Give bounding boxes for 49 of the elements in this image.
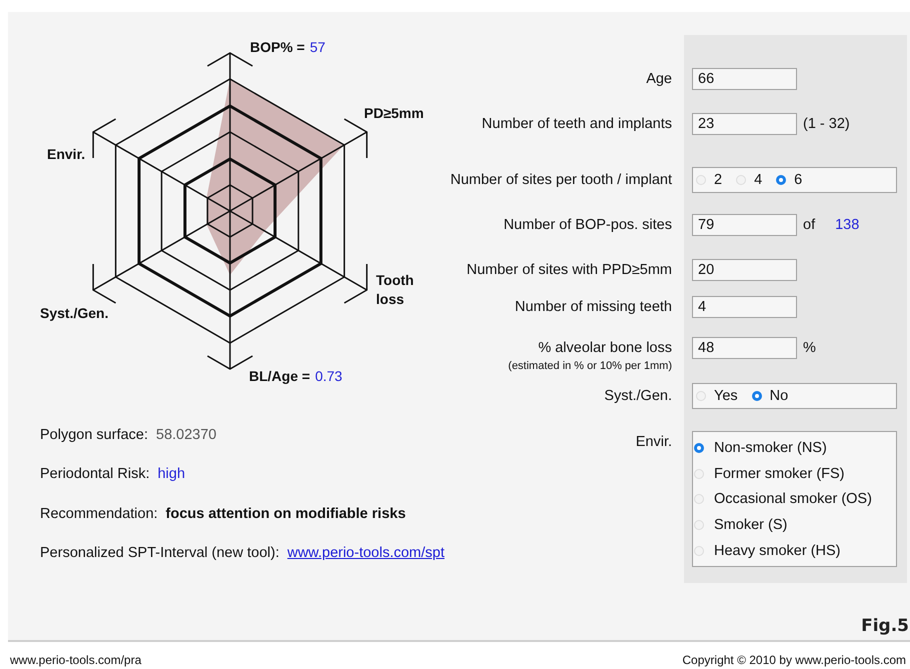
field-note: (estimated in % or 10% per 1mm) — [508, 359, 672, 373]
axis-label: Envir. — [47, 146, 86, 162]
field-label: Age — [646, 70, 672, 89]
input-field[interactable]: 79 — [692, 214, 797, 236]
result-value: focus attention on modifiable risks — [166, 506, 406, 522]
radio-option[interactable]: 4 — [736, 172, 762, 188]
radio-option[interactable]: No — [752, 388, 788, 404]
axis-label: PD≥5mm — [364, 105, 424, 121]
field-label: Envir. — [636, 433, 672, 452]
input-field[interactable]: 20 — [692, 259, 797, 281]
radio-option[interactable]: Former smoker (FS) — [693, 460, 896, 486]
unit-label: (1 - 32) — [803, 115, 850, 134]
result-value: 58.02370 — [156, 426, 216, 443]
radio-option[interactable]: Smoker (S) — [693, 512, 896, 538]
radio-option[interactable]: Heavy smoker (HS) — [693, 538, 896, 564]
input-field[interactable]: 23 — [692, 113, 797, 135]
result-label: Personalized SPT-Interval (new tool): — [40, 545, 280, 562]
radio-option[interactable]: Yes — [696, 388, 738, 404]
radio-button[interactable] — [776, 175, 786, 185]
result-value: high — [158, 466, 186, 482]
axis-label: BL/Age = 0.73 — [249, 368, 342, 384]
axis-label: Tooth loss — [376, 272, 414, 307]
radio-button[interactable] — [752, 391, 762, 401]
radio-option[interactable]: Non-smoker (NS) — [693, 435, 896, 461]
radio-option[interactable]: Occasional smoker (OS) — [693, 486, 896, 512]
axis-label: BOP% = 57 — [250, 39, 326, 55]
input-field[interactable]: 4 — [692, 296, 797, 318]
field-label: % alveolar bone loss — [538, 339, 672, 358]
input-field[interactable]: 66 — [692, 68, 797, 90]
unit-label: % — [803, 339, 816, 358]
total-sites-value: 138 — [835, 216, 860, 235]
result-label: Polygon surface: — [40, 426, 148, 443]
radio-button[interactable] — [694, 442, 704, 453]
field-label: Number of missing teeth — [514, 298, 672, 317]
field-label: Syst./Gen. — [604, 387, 672, 406]
radio-option[interactable]: 6 — [776, 172, 802, 188]
field-label: Number of sites with PPD≥5mm — [466, 261, 672, 280]
figure-label: Fig.5 — [861, 616, 909, 636]
result-label: Recommendation: — [40, 506, 158, 522]
axis-label: Syst./Gen. — [40, 305, 108, 321]
unit-label: of — [803, 216, 816, 235]
field-label: Number of sites per tooth / implant — [450, 171, 672, 190]
radio-option[interactable]: 2 — [696, 172, 722, 188]
input-field[interactable]: 48 — [692, 337, 797, 359]
spt-link[interactable]: www.perio-tools.com/spt — [287, 545, 444, 562]
field-label: Number of teeth and implants — [482, 115, 672, 134]
copyright-text: Copyright © 2010 by www.perio-tools.com — [682, 653, 906, 667]
field-label: Number of BOP-pos. sites — [504, 216, 672, 235]
result-label: Periodontal Risk: — [40, 466, 150, 482]
